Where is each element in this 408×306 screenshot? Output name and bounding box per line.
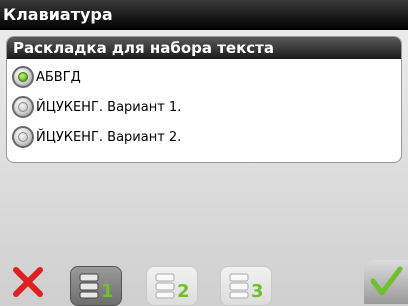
checkmark-icon <box>370 266 403 296</box>
close-x-icon <box>13 267 43 297</box>
layout-options: АБВГД ЙЦУКЕНГ. Вариант 1. ЙЦУКЕНГ. Вариа… <box>7 59 401 152</box>
confirm-button[interactable] <box>364 260 408 304</box>
keyboard-icon <box>229 273 249 299</box>
keyboard-layout-1-button[interactable]: 1 <box>70 266 122 306</box>
option-label: АБВГД <box>36 69 81 85</box>
option-label: ЙЦУКЕНГ. Вариант 1. <box>36 99 182 115</box>
window-title: Клавиатура <box>0 0 408 30</box>
layout-number: 2 <box>177 280 190 302</box>
layout-number: 3 <box>251 280 264 302</box>
radio-selected-icon[interactable] <box>12 66 34 88</box>
radio-unselected-icon[interactable] <box>12 126 34 148</box>
keyboard-layout-2-button[interactable]: 2 <box>146 266 198 306</box>
option-label: ЙЦУКЕНГ. Вариант 2. <box>36 129 182 145</box>
keyboard-layout-3-button[interactable]: 3 <box>220 266 272 306</box>
option-jcuken-2[interactable]: ЙЦУКЕНГ. Вариант 2. <box>7 122 401 152</box>
cancel-button[interactable] <box>8 262 48 302</box>
layout-number: 1 <box>101 280 114 302</box>
layout-panel: Раскладка для набора текста АБВГД ЙЦУКЕН… <box>7 37 401 162</box>
radio-unselected-icon[interactable] <box>12 96 34 118</box>
keyboard-icon <box>79 273 99 299</box>
option-jcuken-1[interactable]: ЙЦУКЕНГ. Вариант 1. <box>7 92 401 122</box>
panel-header: Раскладка для набора текста <box>7 37 401 59</box>
keyboard-icon <box>155 273 175 299</box>
option-abvgd[interactable]: АБВГД <box>7 62 401 92</box>
bottom-toolbar: 1 2 3 <box>0 256 408 306</box>
